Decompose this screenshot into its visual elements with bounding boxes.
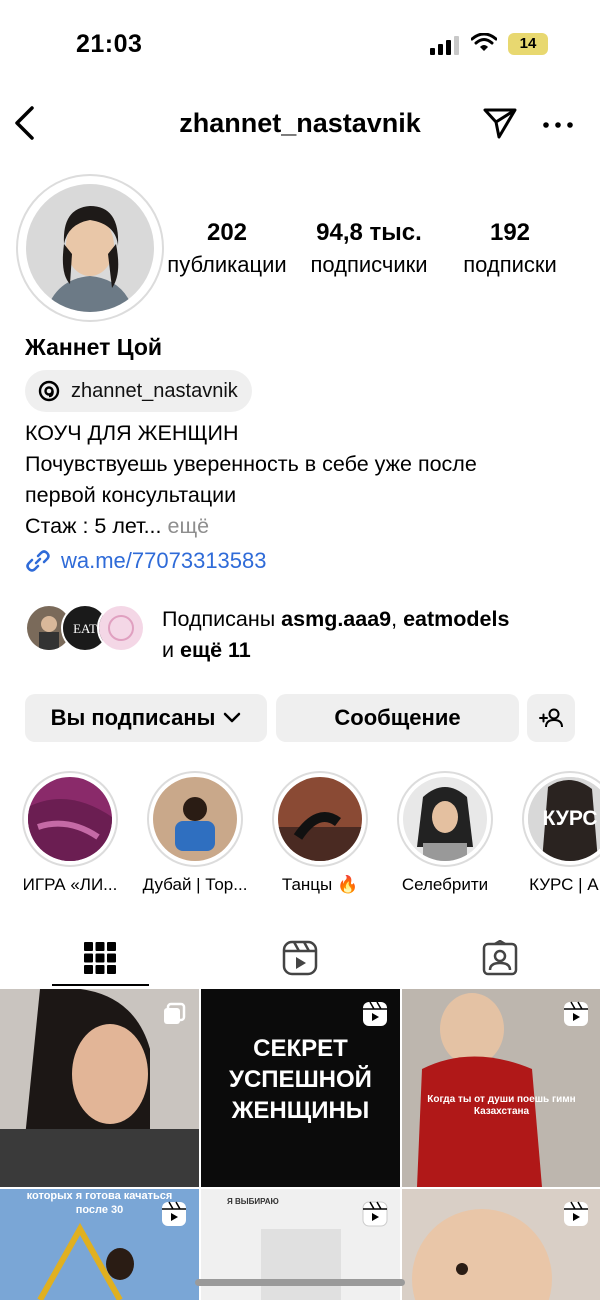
tab-reels[interactable]	[200, 932, 400, 984]
more-options-icon[interactable]	[543, 122, 573, 128]
following-button[interactable]: Вы подписаны	[25, 694, 267, 742]
tab-posts[interactable]	[0, 932, 200, 984]
mutual-user[interactable]: eatmodels	[403, 607, 509, 631]
reels-icon	[282, 940, 318, 976]
highlight-item[interactable]: Танцы 🔥	[270, 771, 370, 895]
highlight-ring	[397, 771, 493, 867]
reel-icon	[564, 1001, 588, 1026]
cellular-signal-icon	[430, 36, 459, 55]
mutual-prefix: Подписаны	[162, 607, 276, 631]
bio-line-text: Стаж : 5 лет...	[25, 514, 162, 538]
bio-line: Почувствуешь уверенность в себе уже посл…	[25, 452, 477, 476]
message-button[interactable]: Сообщение	[276, 694, 519, 742]
highlight-label: Танцы 🔥	[281, 875, 359, 894]
chevron-down-icon	[224, 712, 241, 723]
highlight-ring	[272, 771, 368, 867]
profile-link-text: wa.me/77073313583	[61, 548, 267, 573]
highlight-cover	[278, 777, 362, 861]
stat-following-value: 192	[489, 219, 531, 246]
status-time: 21:03	[76, 30, 143, 58]
link-icon	[26, 550, 50, 572]
stat-following-label: подписки	[463, 252, 557, 277]
home-indicator	[195, 1279, 405, 1286]
following-button-label: Вы подписаны	[50, 705, 216, 730]
highlight-cover	[403, 777, 487, 861]
highlight-item[interactable]: Селебрити	[395, 771, 495, 895]
bio-line: КОУЧ ДЛЯ ЖЕНЩИН	[25, 421, 239, 445]
reel-icon	[162, 1201, 186, 1226]
threads-badge[interactable]: zhannet_nastavnik	[25, 370, 252, 412]
mutual-avatar	[97, 604, 145, 652]
highlight-cover	[28, 777, 112, 861]
stat-posts-value: 202	[206, 219, 248, 246]
reel-icon	[362, 1201, 388, 1227]
avatar[interactable]	[26, 184, 154, 312]
threads-handle: zhannet_nastavnik	[71, 379, 238, 402]
post-tile[interactable]	[0, 989, 199, 1187]
profile-link[interactable]: wa.me/77073313583	[25, 548, 267, 574]
reel-icon	[363, 1001, 387, 1026]
send-message-icon[interactable]	[482, 106, 518, 140]
mutual-more[interactable]: ещё 11	[180, 638, 251, 662]
highlight-cover	[153, 777, 237, 861]
message-button-label: Сообщение	[334, 705, 461, 730]
threads-icon	[38, 380, 60, 402]
highlight-ring	[147, 771, 243, 867]
profile-name: Жаннет Цой	[25, 334, 163, 360]
highlight-label: КУРС | АН	[529, 875, 600, 894]
mutual-and: и	[162, 638, 175, 662]
stat-posts[interactable]: 202 публикации	[160, 218, 294, 280]
post-tile[interactable]	[402, 1189, 600, 1300]
post-tile[interactable]: СЕКРЕТ УСПЕШНОЙ ЖЕНЩИНЫ	[201, 989, 400, 1187]
stat-following[interactable]: 192 подписки	[448, 218, 572, 280]
active-tab-indicator	[52, 984, 149, 986]
highlight-ring: КУРС	[522, 771, 600, 867]
profile-bio: КОУЧ ДЛЯ ЖЕНЩИН Почувствуешь уверенность…	[25, 418, 585, 542]
carousel-icon	[164, 1002, 186, 1024]
add-person-icon	[539, 708, 563, 728]
tab-tagged[interactable]	[400, 932, 600, 984]
suggested-users-button[interactable]	[527, 694, 575, 742]
mutual-followers-avatars[interactable]: EAT	[25, 604, 145, 652]
stat-followers[interactable]: 94,8 тыс. подписчики	[300, 218, 438, 280]
post-caption: Когда ты от души поешь гимн Казахстана	[427, 1094, 576, 1117]
mutual-followers-text[interactable]: Подписаны asmg.aaa9, eatmodels и ещё 11	[162, 604, 582, 666]
highlight-label: Дубай | Тор...	[142, 875, 248, 894]
mutual-user[interactable]: asmg.aaa9	[281, 607, 391, 631]
wifi-icon	[471, 33, 497, 51]
highlight-cover-text: КУРС	[542, 807, 598, 830]
mutual-separator: ,	[391, 607, 398, 631]
highlight-ring	[22, 771, 118, 867]
stat-followers-value: 94,8 тыс.	[316, 219, 422, 246]
highlight-item[interactable]: Дубай | Тор...	[143, 771, 247, 895]
stat-posts-label: публикации	[167, 252, 287, 277]
stat-followers-label: подписчики	[310, 252, 428, 277]
highlight-label: ИГРА «ЛИ...	[22, 875, 118, 894]
highlight-item[interactable]: ИГРА «ЛИ...	[20, 771, 120, 895]
tagged-icon	[482, 940, 518, 976]
post-tile[interactable]: Когда ты от души поешь гимн Казахстана	[402, 989, 600, 1187]
post-caption: СЕКРЕТ УСПЕШНОЙ ЖЕНЩИНЫ	[229, 1035, 372, 1124]
reel-icon	[564, 1201, 588, 1226]
post-tile[interactable]: которых я готова качаться после 30	[0, 1189, 199, 1300]
highlight-label: Селебрити	[401, 875, 489, 894]
bio-more-link[interactable]: ещё	[167, 514, 209, 538]
highlight-cover: КУРС	[528, 777, 600, 861]
bio-line: первой консультации	[25, 483, 237, 507]
grid-icon	[84, 942, 116, 974]
battery-indicator: 14	[508, 33, 548, 55]
highlight-item[interactable]: КУРС КУРС | АН	[520, 771, 600, 895]
svg-text:EAT: EAT	[73, 621, 97, 636]
bio-line: Стаж : 5 лет... ещё	[25, 511, 585, 542]
